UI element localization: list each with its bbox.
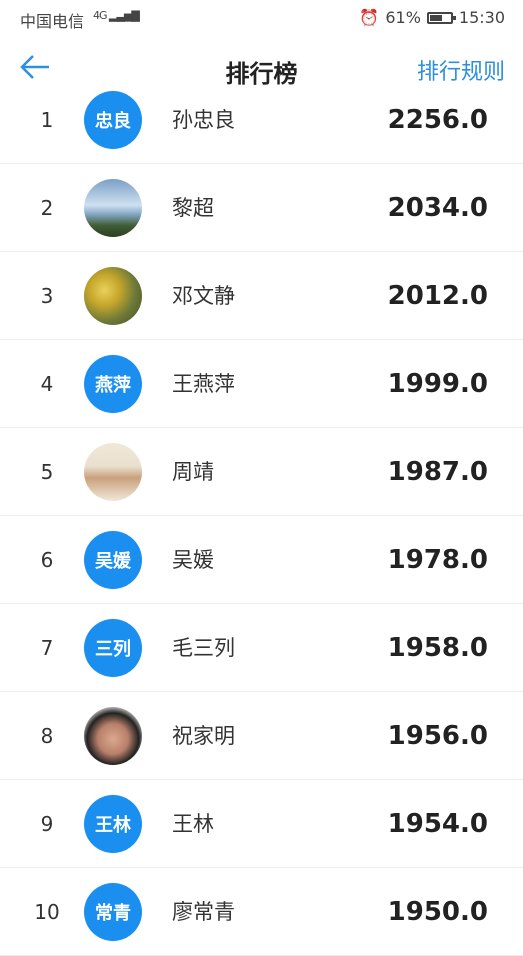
- user-name: 吴媛: [172, 548, 214, 572]
- battery-percent: 61%: [385, 8, 421, 27]
- rank-number: 8: [40, 724, 54, 748]
- avatar[interactable]: [84, 707, 142, 765]
- clock: 15:30: [458, 8, 505, 27]
- rank-number: 4: [40, 372, 54, 396]
- status-bar: 中国电信 4G ▂▃▅▇ ⏰ 61% 15:30: [0, 0, 523, 36]
- ranking-row[interactable]: 4 燕萍 王燕萍 1999.0: [0, 340, 523, 428]
- rank-number: 7: [40, 636, 54, 660]
- ranking-row[interactable]: 8 祝家明 1956.0: [0, 692, 523, 780]
- score: 1950.0: [387, 897, 488, 927]
- user-name: 孙忠良: [172, 108, 235, 132]
- score: 2034.0: [387, 193, 488, 223]
- avatar[interactable]: 王林: [84, 795, 142, 853]
- avatar[interactable]: [84, 443, 142, 501]
- battery-icon: [426, 11, 456, 24]
- ranking-row[interactable]: 6 吴媛 吴媛 1978.0: [0, 516, 523, 604]
- user-name: 邓文静: [172, 284, 235, 308]
- rank-number: 3: [40, 284, 54, 308]
- avatar[interactable]: 三列: [84, 619, 142, 677]
- rank-number: 10: [34, 900, 60, 924]
- score: 2256.0: [387, 105, 488, 135]
- user-name: 黎超: [172, 196, 214, 220]
- ranking-row[interactable]: 3 邓文静 2012.0: [0, 252, 523, 340]
- avatar[interactable]: 吴媛: [84, 531, 142, 589]
- user-name: 廖常青: [172, 900, 235, 924]
- avatar[interactable]: 常青: [84, 883, 142, 941]
- user-name: 祝家明: [172, 724, 235, 748]
- score: 1978.0: [387, 545, 488, 575]
- ranking-row[interactable]: 9 王林 王林 1954.0: [0, 780, 523, 868]
- rank-number: 6: [40, 548, 54, 572]
- avatar[interactable]: [84, 179, 142, 237]
- ranking-row[interactable]: 5 周靖 1987.0: [0, 428, 523, 516]
- score: 2012.0: [387, 281, 488, 311]
- battery-fill: [429, 14, 443, 21]
- user-name: 王燕萍: [172, 372, 235, 396]
- ranking-row[interactable]: 7 三列 毛三列 1958.0: [0, 604, 523, 692]
- status-right: ⏰ 61% 15:30: [359, 8, 505, 27]
- avatar[interactable]: 忠良: [84, 91, 142, 149]
- score: 1954.0: [387, 809, 488, 839]
- ranking-row[interactable]: 1 忠良 孙忠良 2256.0: [0, 76, 523, 164]
- rank-number: 1: [40, 108, 54, 132]
- user-name: 周靖: [172, 460, 214, 484]
- user-name: 王林: [172, 812, 214, 836]
- rank-number: 5: [40, 460, 54, 484]
- user-name: 毛三列: [172, 636, 235, 660]
- avatar[interactable]: [84, 267, 142, 325]
- rank-number: 9: [40, 812, 54, 836]
- ranking-row[interactable]: 10 常青 廖常青 1950.0: [0, 868, 523, 956]
- alarm-icon: ⏰: [359, 8, 380, 27]
- signal-icon: 4G ▂▃▅▇: [93, 9, 140, 22]
- network-type: 4G: [93, 9, 107, 22]
- score: 1958.0: [387, 633, 488, 663]
- score: 1999.0: [387, 369, 488, 399]
- avatar[interactable]: 燕萍: [84, 355, 142, 413]
- ranking-row[interactable]: 2 黎超 2034.0: [0, 164, 523, 252]
- carrier-label: 中国电信: [20, 12, 85, 31]
- score: 1987.0: [387, 457, 488, 487]
- score: 1956.0: [387, 721, 488, 751]
- rank-number: 2: [40, 196, 54, 220]
- ranking-list: 1 忠良 孙忠良 2256.0 2 黎超 2034.0 3 邓文静 2012.0 4 燕萍 王燕萍 199…: [0, 76, 523, 956]
